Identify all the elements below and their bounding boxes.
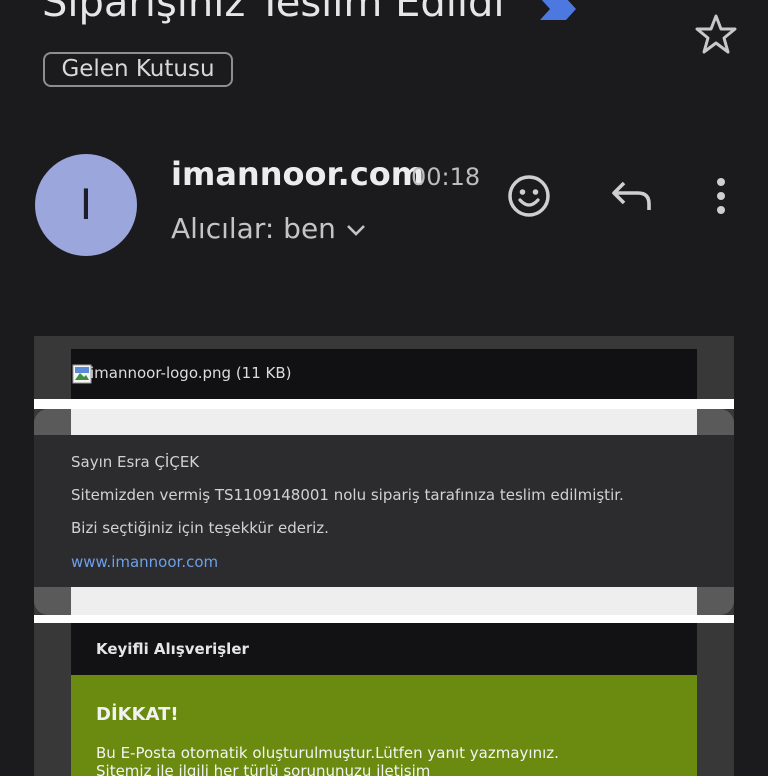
divider	[71, 587, 697, 615]
warning-box: DİKKAT! Bu E-Posta otomatik oluşturulmuş…	[71, 675, 697, 776]
sender-avatar[interactable]: I	[35, 154, 137, 256]
emoji-react-icon[interactable]	[505, 172, 553, 220]
logo-header: imannoor-logo.png (11 KB)	[71, 349, 697, 399]
greeting-text: Sayın Esra ÇİÇEK	[71, 453, 200, 471]
divider	[34, 615, 734, 623]
broken-image-icon	[72, 364, 92, 384]
site-link[interactable]: www.imannoor.com	[71, 551, 218, 573]
chevron-down-icon[interactable]	[344, 218, 368, 242]
message-panel: Sayın Esra ÇİÇEK Sitemizden vermiş TS110…	[34, 435, 734, 587]
email-body: imannoor-logo.png (11 KB) Sayın Esra ÇİÇ…	[34, 336, 734, 776]
divider	[34, 399, 734, 409]
label-chip-inbox[interactable]: Gelen Kutusu	[43, 52, 233, 87]
more-vertical-icon[interactable]	[697, 172, 745, 220]
warning-text: Bu E-Posta otomatik oluşturulmuştur.Lütf…	[96, 744, 559, 762]
star-icon[interactable]	[694, 12, 738, 56]
section-heading: Keyifli Alışverişler	[71, 623, 697, 675]
logo-alt-text: imannoor-logo.png (11 KB)	[90, 364, 292, 382]
thanks-text: Bizi seçtiğiniz için teşekkür ederiz.	[71, 519, 329, 537]
importance-marker-icon[interactable]	[538, 0, 578, 20]
email-subject: Siparişiniz Teslim Edildi	[42, 0, 505, 26]
reply-icon[interactable]	[608, 172, 656, 220]
recipients-toggle[interactable]: Alıcılar: ben	[171, 210, 336, 248]
heading-text: Keyifli Alışverişler	[96, 640, 249, 658]
warning-text-2: Sitemiz ile ilgili her türlü sorununuzu …	[96, 762, 431, 776]
warning-title: DİKKAT!	[96, 704, 179, 725]
divider	[71, 409, 697, 435]
sender-name[interactable]: imannoor.com	[171, 154, 424, 194]
message-text: Sitemizden vermiş TS1109148001 nolu sipa…	[71, 486, 624, 504]
email-time: 00:18	[411, 163, 481, 191]
